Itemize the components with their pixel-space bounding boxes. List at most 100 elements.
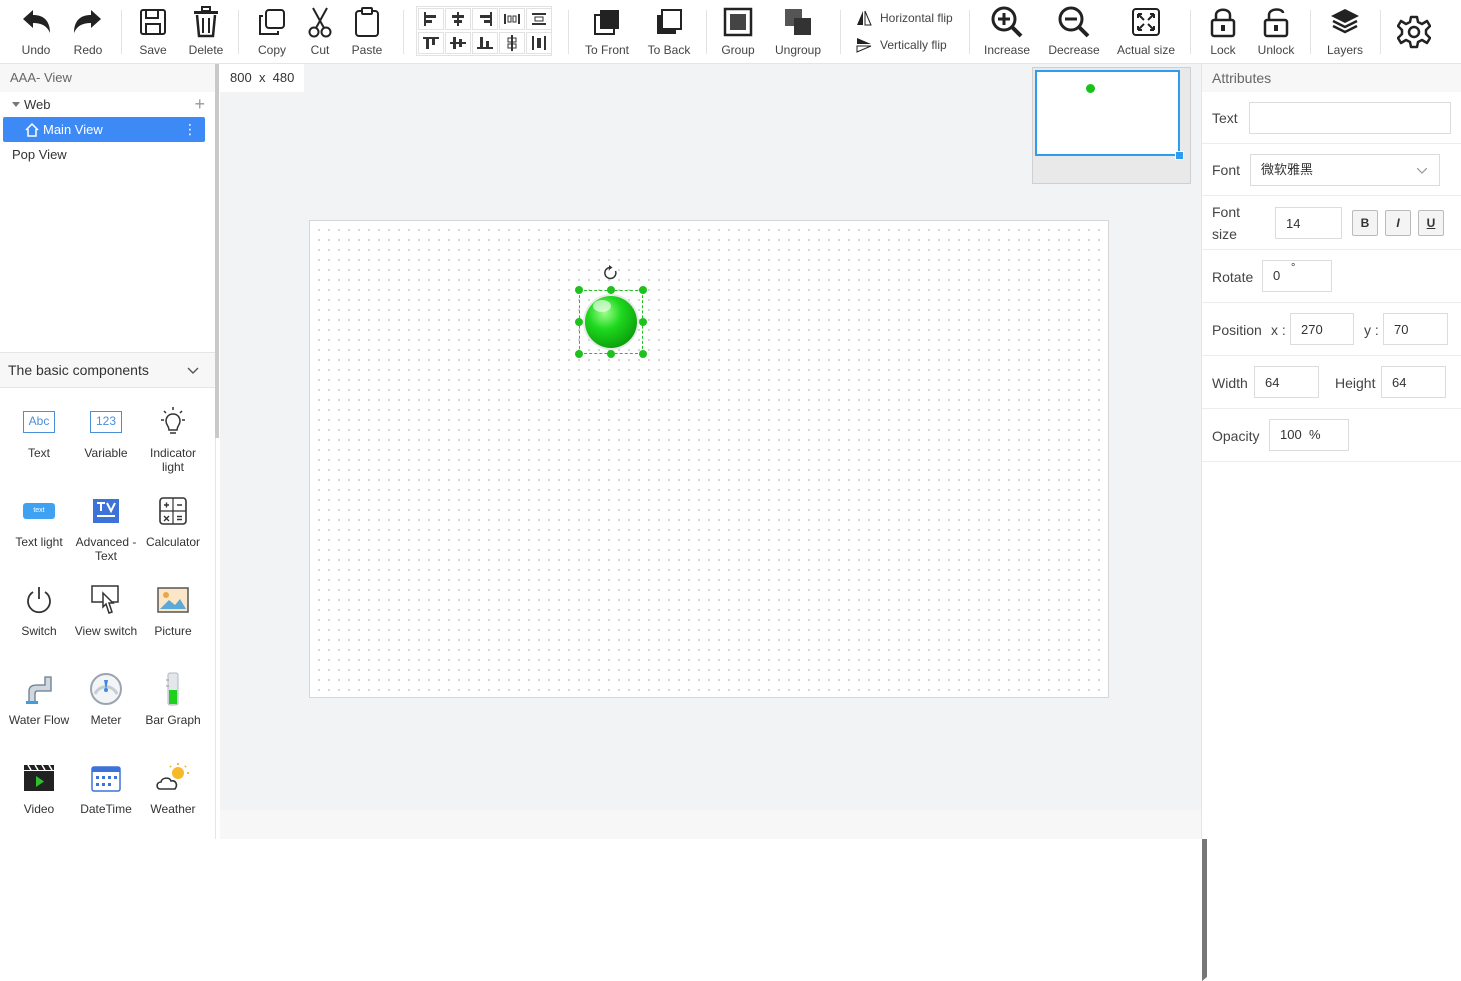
water-pipe-icon <box>19 669 59 709</box>
bold-button[interactable]: B <box>1352 210 1378 236</box>
delete-button[interactable]: Delete <box>186 4 226 60</box>
resize-handle[interactable] <box>575 286 583 294</box>
resize-handle[interactable] <box>639 286 647 294</box>
resize-handle[interactable] <box>607 350 615 358</box>
component-datetime[interactable]: DateTime <box>73 758 139 816</box>
align-top-icon <box>423 37 439 49</box>
align-center-v-button[interactable] <box>499 32 525 54</box>
component-text-light[interactable]: text Text light <box>6 491 72 549</box>
position-x-input[interactable] <box>1290 313 1354 345</box>
align-middle-button[interactable] <box>445 32 471 54</box>
position-y-input[interactable] <box>1383 313 1448 345</box>
component-indicator-light[interactable]: Indicator light <box>140 402 206 474</box>
zoom-in-button[interactable]: Increase <box>983 4 1031 60</box>
tree-item-web[interactable]: Web + <box>0 92 215 117</box>
settings-button[interactable] <box>1396 14 1432 70</box>
rotate-input[interactable]: 0 ° <box>1262 260 1332 292</box>
actual-size-icon <box>1131 4 1161 40</box>
to-front-button[interactable]: To Front <box>582 4 632 60</box>
undo-icon <box>19 4 53 40</box>
unlock-icon <box>1262 4 1290 40</box>
component-calculator[interactable]: Calculator <box>140 491 206 549</box>
italic-button[interactable]: I <box>1385 210 1411 236</box>
component-video[interactable]: Video <box>6 758 72 816</box>
home-icon <box>25 122 39 137</box>
save-icon <box>138 4 168 40</box>
to-front-icon <box>592 4 622 40</box>
gear-icon <box>1397 14 1431 50</box>
resize-handle[interactable] <box>575 318 583 326</box>
font-size-input[interactable] <box>1275 207 1342 239</box>
to-back-icon <box>654 4 684 40</box>
align-center-h-button[interactable] <box>445 8 471 30</box>
component-weather[interactable]: Weather <box>140 758 206 816</box>
align-left-button[interactable] <box>418 8 444 30</box>
component-advanced-text[interactable]: Advanced - Text <box>73 491 139 563</box>
tree-item-pop-view[interactable]: Pop View <box>0 142 1461 981</box>
copy-button[interactable]: Copy <box>254 4 290 60</box>
group-button[interactable]: Group <box>718 4 758 60</box>
undo-button[interactable]: Undo <box>18 4 54 60</box>
distribute-vertical-button[interactable] <box>526 32 552 54</box>
separator <box>1190 10 1191 54</box>
text-component-icon: Abc <box>19 402 59 442</box>
left-panel-scrollbar[interactable] <box>215 64 219 438</box>
canvas-horizontal-scroll-area[interactable] <box>220 810 1201 839</box>
cut-button[interactable]: Cut <box>302 4 338 60</box>
rotate-icon[interactable] <box>603 265 619 281</box>
component-water-flow[interactable]: Water Flow <box>6 669 72 727</box>
horizontal-flip-button[interactable]: Horizontal flip <box>856 10 953 26</box>
distribute-v-button[interactable] <box>526 8 552 30</box>
underline-button[interactable]: U <box>1418 210 1444 236</box>
opacity-input[interactable]: 100 % <box>1269 419 1349 451</box>
component-view-switch[interactable]: View switch <box>73 580 139 638</box>
ungroup-button[interactable]: Ungroup <box>772 4 824 60</box>
font-select[interactable]: 微软雅黑 <box>1250 154 1440 186</box>
minimap-viewport[interactable] <box>1035 70 1180 156</box>
actual-size-button[interactable]: Actual size <box>1116 4 1176 60</box>
selected-indicator-light[interactable] <box>575 265 647 358</box>
variable-component-icon: 123 <box>86 402 126 442</box>
add-view-icon[interactable]: + <box>194 92 205 117</box>
attr-row-font: Font 微软雅黑 <box>1202 144 1461 196</box>
redo-button[interactable]: Redo <box>70 4 106 60</box>
more-vertical-icon[interactable]: ⋮ <box>183 117 197 142</box>
components-header[interactable]: The basic components <box>0 352 215 388</box>
lock-button[interactable]: Lock <box>1205 4 1241 60</box>
align-right-button[interactable] <box>472 8 498 30</box>
component-meter[interactable]: Meter <box>73 669 139 727</box>
save-button[interactable]: Save <box>135 4 171 60</box>
align-top-button[interactable] <box>418 32 444 54</box>
vertical-flip-button[interactable]: Vertically flip <box>856 37 947 53</box>
trash-icon <box>192 4 220 40</box>
component-text[interactable]: Abc Text <box>6 402 72 460</box>
text-input[interactable] <box>1249 102 1451 134</box>
component-switch[interactable]: Switch <box>6 580 72 638</box>
resize-handle[interactable] <box>639 318 647 326</box>
to-back-button[interactable]: To Back <box>645 4 693 60</box>
minimap-resize-handle[interactable] <box>1175 151 1184 160</box>
tree-item-main-view[interactable]: Main View ⋮ <box>3 117 205 142</box>
component-bar-graph[interactable]: Bar Graph <box>140 669 206 727</box>
calendar-icon <box>86 758 126 798</box>
group-icon <box>723 4 753 40</box>
resize-handle[interactable] <box>607 286 615 294</box>
ungroup-icon <box>783 4 813 40</box>
layers-button[interactable]: Layers <box>1324 4 1366 60</box>
resize-handle[interactable] <box>639 350 647 358</box>
bar-graph-icon <box>153 669 193 709</box>
width-input[interactable] <box>1254 366 1319 398</box>
design-board[interactable] <box>309 220 1109 698</box>
component-picture[interactable]: Picture <box>140 580 206 638</box>
zoom-out-button[interactable]: Decrease <box>1048 4 1100 60</box>
align-bottom-button[interactable] <box>472 32 498 54</box>
resize-handle[interactable] <box>575 350 583 358</box>
canvas-area[interactable]: 800 x 480 <box>220 64 1201 839</box>
distribute-h-button[interactable] <box>499 8 525 30</box>
paste-button[interactable]: Paste <box>349 4 385 60</box>
component-variable[interactable]: 123 Variable <box>73 402 139 460</box>
height-input[interactable] <box>1381 366 1446 398</box>
unlock-button[interactable]: Unlock <box>1256 4 1296 60</box>
minimap[interactable] <box>1032 67 1191 184</box>
scissors-icon <box>307 4 333 40</box>
